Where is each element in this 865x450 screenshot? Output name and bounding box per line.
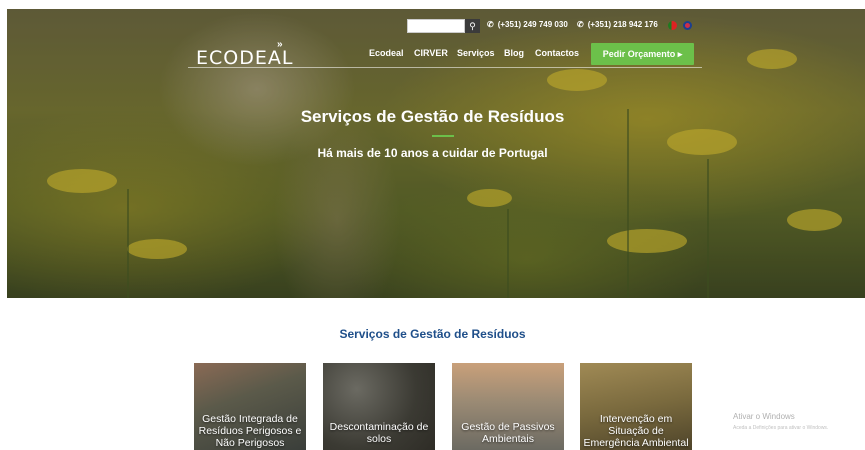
logo[interactable]: ECODEAL xyxy=(196,47,293,69)
uk-flag-icon[interactable] xyxy=(683,21,692,30)
windows-watermark-title: Ativar o Windows xyxy=(733,412,795,421)
nav-item-servicos[interactable]: Serviços xyxy=(457,48,495,58)
search-input[interactable] xyxy=(407,19,465,33)
nav-item-contactos[interactable]: Contactos xyxy=(535,48,579,58)
hero-title: Serviços de Gestão de Resíduos xyxy=(300,107,565,126)
hero-subtitle: Há mais de 10 anos a cuidar de Portugal xyxy=(317,146,548,160)
nav-item-ecodeal[interactable]: Ecodeal xyxy=(369,48,404,58)
pt-flag-icon[interactable] xyxy=(668,21,677,30)
nav-item-blog[interactable]: Blog xyxy=(504,48,524,58)
nav-item-cirver[interactable]: CIRVER xyxy=(414,48,448,58)
service-card-passivos[interactable]: Gestão de Passivos Ambientais xyxy=(452,363,564,450)
service-card-label: Gestão de Passivos Ambientais xyxy=(461,421,555,445)
windows-watermark-subtitle: Aceda a Definições para ativar o Windows… xyxy=(733,425,829,431)
phone-icon: ✆ xyxy=(487,20,494,29)
search-icon: ⚲ xyxy=(469,21,476,31)
page: ⚲ ✆ (+351) 249 749 030 ✆ (+351) 218 942 17… xyxy=(0,0,865,450)
logo-arrows-icon: » xyxy=(277,39,282,50)
phone-link-2[interactable]: ✆ (+351) 218 942 176 xyxy=(577,20,658,29)
phone-number-2: (+351) 218 942 176 xyxy=(587,20,658,29)
search-button[interactable]: ⚲ xyxy=(465,19,480,33)
hero-divider xyxy=(432,135,454,137)
service-card-emergencia[interactable]: Intervenção em Situação de Emergência Am… xyxy=(580,363,692,450)
service-card-label: Gestão Integrada de Resíduos Perigosos e… xyxy=(198,413,302,449)
phone-link-1[interactable]: ✆ (+351) 249 749 030 xyxy=(487,20,568,29)
service-card-label: Intervenção em Situação de Emergência Am… xyxy=(583,413,689,449)
service-card-solos[interactable]: Descontaminação de solos xyxy=(323,363,435,450)
section-title: Serviços de Gestão de Resíduos xyxy=(339,327,526,341)
service-card-residuos[interactable]: Gestão Integrada de Resíduos Perigosos e… xyxy=(194,363,306,450)
request-quote-button[interactable]: Pedir Orçamento ▸ xyxy=(591,43,694,65)
phone-number-1: (+351) 249 749 030 xyxy=(497,20,568,29)
service-card-label: Descontaminação de solos xyxy=(329,421,429,445)
phone-icon: ✆ xyxy=(577,20,584,29)
logo-text: ECODEAL xyxy=(196,47,294,69)
nav-divider xyxy=(188,67,702,68)
